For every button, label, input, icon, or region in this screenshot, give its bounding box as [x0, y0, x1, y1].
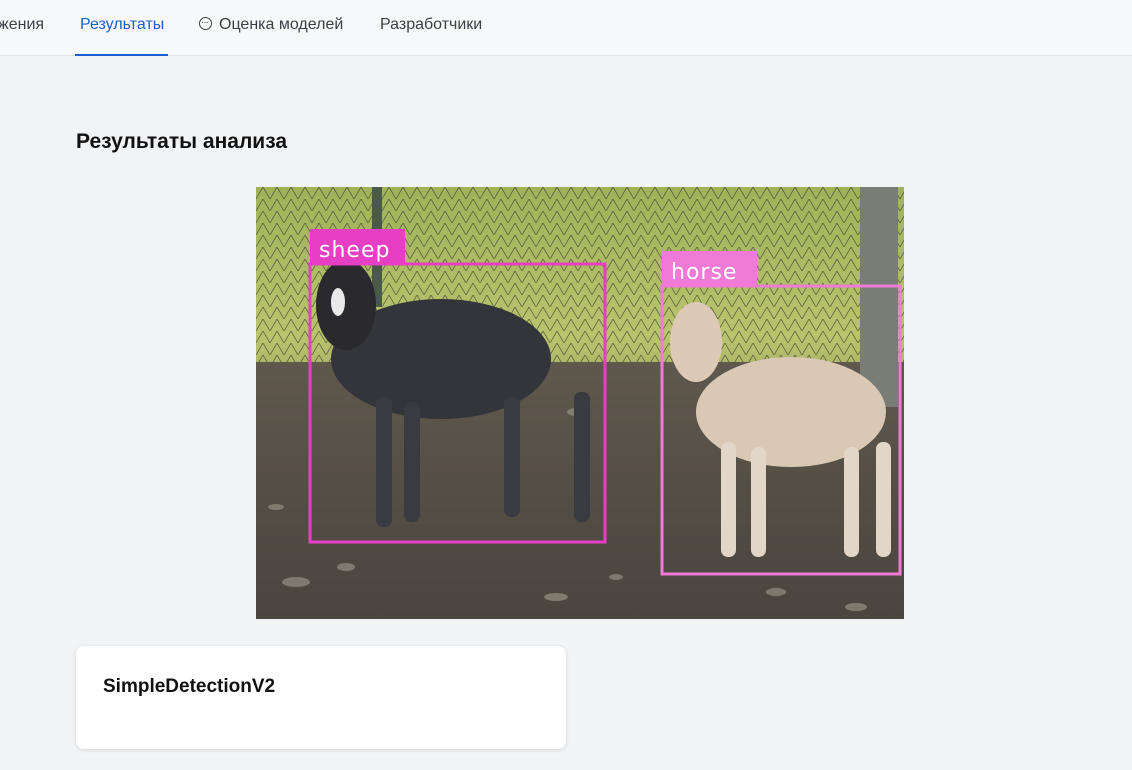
fence-post [860, 187, 898, 407]
detection-result-image: sheep horse [256, 187, 904, 619]
tab-label: Результаты [80, 16, 165, 33]
tab-developers[interactable]: Разработчики [380, 0, 482, 55]
tab-results[interactable]: Результаты [74, 0, 169, 56]
tab-label: Оценка моделей [219, 16, 344, 33]
detection-label: sheep [319, 238, 390, 263]
model-name: SimpleDetectionV2 [103, 676, 276, 697]
annotated-photo: sheep horse [256, 187, 904, 619]
model-result-card[interactable]: SimpleDetectionV2 [76, 646, 566, 749]
tab-label: жения [0, 16, 45, 33]
chat-bubble-icon [199, 0, 212, 48]
page-title: Результаты анализа [76, 130, 288, 153]
tab-model-evaluation[interactable]: Оценка моделей [199, 0, 343, 55]
detection-label: horse [671, 260, 737, 285]
top-navigation: жения Результаты Оценка моделей Разработ… [0, 0, 1132, 56]
tab-label: Разработчики [380, 16, 483, 33]
tab-images[interactable]: жения [0, 0, 44, 55]
